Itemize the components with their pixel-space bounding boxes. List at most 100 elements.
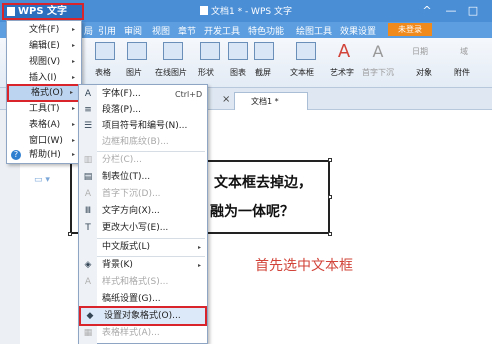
resize-handle[interactable] bbox=[328, 232, 332, 236]
tab-view[interactable]: 视图 bbox=[152, 24, 170, 37]
submenu-item-background[interactable]: ◈ 背景(K) ▸ bbox=[79, 257, 207, 274]
menu-item-file-label: 文件(F) bbox=[29, 25, 60, 35]
text-direction-icon: Ⅲ bbox=[84, 206, 92, 216]
submenu-item-background-label: 背景(K) bbox=[102, 260, 133, 270]
object-label[interactable]: 对象 bbox=[416, 67, 432, 78]
menu-item-tools[interactable]: 工具(T) ▸ bbox=[7, 101, 81, 117]
submenu-item-paragraph[interactable]: ≡ 段落(P)... bbox=[79, 102, 207, 119]
chevron-right-icon: ▸ bbox=[71, 105, 75, 112]
change-case-icon: T bbox=[85, 223, 91, 233]
field-label[interactable]: 域 bbox=[460, 46, 468, 57]
submenu-item-chinese-layout[interactable]: 中文版式(L) ▸ bbox=[79, 239, 207, 256]
resize-handle[interactable] bbox=[328, 158, 332, 162]
wordart-label: 艺术字 bbox=[330, 68, 354, 77]
submenu-item-set-object-format[interactable]: ◆ 设置对象格式(O)... bbox=[79, 306, 207, 326]
help-icon: ? bbox=[11, 150, 21, 160]
chevron-right-icon: ▸ bbox=[71, 58, 75, 65]
tab-developer[interactable]: 开发工具 bbox=[204, 24, 240, 37]
menu-item-view[interactable]: 视图(V) ▸ bbox=[7, 54, 81, 70]
submenu-item-change-case[interactable]: T 更改大小写(E)... bbox=[79, 220, 207, 237]
submenu-item-bullets[interactable]: ☰ 项目符号和编号(N)... bbox=[79, 118, 207, 135]
tab-review[interactable]: 审阅 bbox=[124, 24, 142, 37]
tabs-icon: ▤ bbox=[83, 172, 93, 182]
maximize-button[interactable]: □ bbox=[466, 4, 480, 18]
page-margin-marker: ▭ ▾ bbox=[34, 175, 50, 185]
submenu-item-bullets-label: 项目符号和编号(N)... bbox=[102, 121, 188, 131]
date-label[interactable]: 日期 bbox=[412, 46, 428, 57]
drop-cap-icon: A bbox=[372, 42, 384, 61]
menu-item-file[interactable]: 文件(F) ▸ bbox=[7, 22, 81, 38]
window-title-text: 文档1 * - WPS 文字 bbox=[211, 7, 292, 17]
submenu-item-text-direction-label: 文字方向(X)... bbox=[102, 206, 160, 216]
submenu-item-tabs[interactable]: ▤ 制表位(T)... bbox=[79, 169, 207, 186]
tab-sections[interactable]: 章节 bbox=[178, 24, 196, 37]
menu-item-help-label: 帮助(H) bbox=[29, 150, 61, 160]
styles-icon: A bbox=[84, 277, 92, 287]
textbox-text-line-1: 文本框去掉边， bbox=[214, 175, 312, 191]
resize-handle[interactable] bbox=[68, 232, 72, 236]
submenu-item-paragraph-label: 段落(P)... bbox=[102, 105, 142, 115]
online-picture-icon bbox=[163, 42, 183, 60]
chart-label: 图表 bbox=[230, 68, 246, 77]
screenshot-icon bbox=[254, 42, 274, 60]
menu-item-edit[interactable]: 编辑(E) ▸ bbox=[7, 38, 81, 54]
submenu-item-paper-setup-label: 稿纸设置(G)... bbox=[102, 294, 161, 304]
collapse-ribbon-button[interactable]: ^ bbox=[420, 4, 434, 18]
paragraph-icon: ≡ bbox=[84, 105, 92, 115]
textbox-icon bbox=[296, 42, 316, 60]
tab-effect-settings[interactable]: 效果设置 bbox=[340, 24, 376, 37]
wordart-icon: A bbox=[337, 41, 351, 62]
app-menu-label: WPS 文字 bbox=[18, 6, 68, 17]
submenu-item-font[interactable]: A 字体(F)... Ctrl+D bbox=[79, 86, 207, 103]
picture-icon bbox=[127, 42, 147, 60]
background-icon: ◈ bbox=[84, 260, 92, 270]
submenu-item-font-label: 字体(F)... bbox=[102, 89, 141, 99]
minimize-button[interactable]: — bbox=[444, 4, 458, 18]
document-tab-label: 文档1 * bbox=[251, 97, 279, 106]
chevron-right-icon: ▸ bbox=[69, 89, 73, 96]
resize-handle[interactable] bbox=[328, 195, 332, 199]
menu-item-help[interactable]: ? 帮助(H) ▸ bbox=[7, 147, 81, 163]
tab-special-features[interactable]: 特色功能 bbox=[248, 24, 284, 37]
document-tab[interactable]: 文档1 * bbox=[234, 92, 308, 110]
font-shortcut: Ctrl+D bbox=[175, 90, 203, 99]
chevron-right-icon: ▸ bbox=[71, 26, 75, 33]
submenu-item-borders[interactable]: 边框和底纹(B)... bbox=[79, 134, 207, 151]
tab-layout[interactable]: 局 bbox=[84, 24, 93, 37]
submenu-item-borders-label: 边框和底纹(B)... bbox=[102, 137, 169, 147]
table-label: 表格 bbox=[95, 68, 111, 77]
menu-item-format[interactable]: 格式(O) ▸ bbox=[7, 84, 81, 102]
submenu-item-chinese-layout-label: 中文版式(L) bbox=[102, 242, 151, 252]
tab-drawing-tools[interactable]: 绘图工具 bbox=[296, 24, 332, 37]
online-picture-label: 在线图片 bbox=[155, 68, 187, 77]
chevron-right-icon: ▸ bbox=[197, 244, 201, 251]
submenu-item-drop-cap[interactable]: A 首字下沉(D)... bbox=[79, 186, 207, 203]
chevron-right-icon: ▸ bbox=[71, 151, 75, 158]
object-format-icon: ◆ bbox=[86, 311, 94, 321]
chevron-right-icon: ▸ bbox=[71, 121, 75, 128]
shape-icon bbox=[200, 42, 220, 60]
shape-label: 形状 bbox=[198, 68, 214, 77]
login-button[interactable]: 未登录 bbox=[388, 23, 432, 36]
submenu-item-styles-formatting[interactable]: A 样式和格式(S)... bbox=[79, 274, 207, 291]
textbox-label: 文本框 bbox=[290, 68, 314, 77]
font-icon: A bbox=[84, 89, 92, 99]
app-menu-button[interactable]: WPS 文字 bbox=[2, 3, 84, 20]
table-icon bbox=[95, 42, 115, 60]
wps-logo-icon bbox=[7, 7, 15, 16]
submenu-item-columns[interactable]: ▥ 分栏(C)... bbox=[79, 152, 207, 169]
submenu-item-table-style-label: 表格样式(A)... bbox=[102, 328, 160, 338]
submenu-item-text-direction[interactable]: Ⅲ 文字方向(X)... bbox=[79, 203, 207, 220]
menu-item-tools-label: 工具(T) bbox=[29, 104, 60, 114]
document-icon bbox=[200, 6, 208, 15]
submenu-item-table-style[interactable]: ▦ 表格样式(A)... bbox=[79, 325, 207, 342]
picture-label: 图片 bbox=[126, 68, 142, 77]
menu-item-view-label: 视图(V) bbox=[29, 57, 61, 67]
drop-cap-label: 首字下沉 bbox=[362, 68, 394, 77]
menu-item-table[interactable]: 表格(A) ▸ bbox=[7, 117, 81, 133]
close-tab-icon[interactable]: × bbox=[222, 94, 230, 105]
textbox-text-line-2: 融为一体呢？ bbox=[210, 204, 294, 220]
attachment-label[interactable]: 附件 bbox=[454, 67, 470, 78]
chevron-right-icon: ▸ bbox=[197, 262, 201, 269]
tab-references[interactable]: 引用 bbox=[98, 24, 116, 37]
